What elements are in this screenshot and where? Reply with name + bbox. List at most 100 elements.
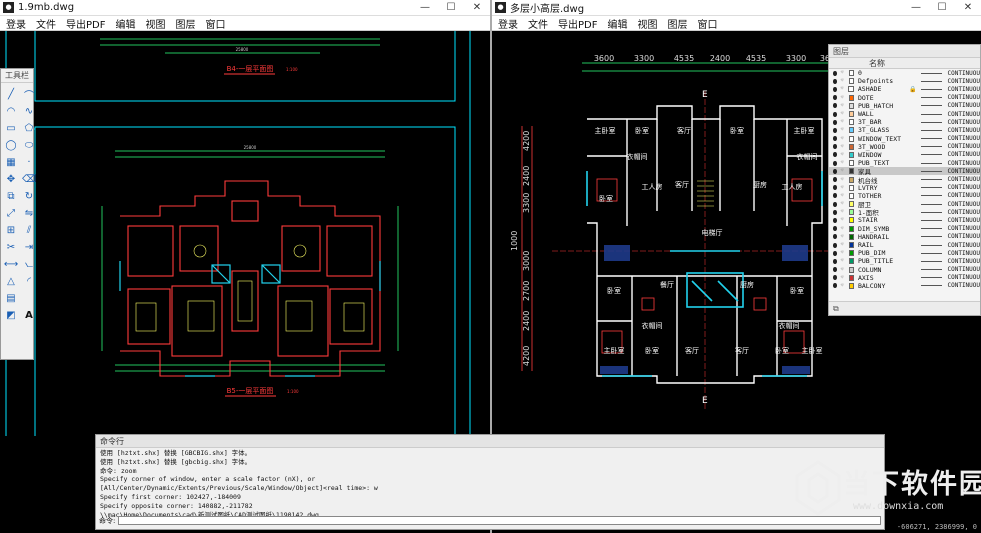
layer-linetype[interactable]: CONTINUOU (948, 176, 981, 183)
layer-color-swatch[interactable] (848, 184, 854, 191)
layer-color-swatch[interactable] (848, 233, 854, 240)
layer-visibility-icon[interactable] (833, 152, 838, 158)
layer-color-swatch[interactable] (848, 217, 854, 224)
layer-color-swatch[interactable] (848, 176, 854, 183)
mirror-tool-icon[interactable]: ⇋ (22, 206, 36, 220)
trim-tool-icon[interactable]: ✂ (4, 240, 18, 254)
left-drawing-canvas[interactable]: 25800 B4-一层平面图 1:100 25800 B5-一层平面图 1:10… (0, 20, 490, 436)
maximize-button[interactable]: ☐ (929, 0, 955, 16)
layer-freeze-icon[interactable]: ☼ (840, 233, 845, 240)
dimension-tool-icon[interactable]: ⟷ (4, 257, 18, 271)
layer-linetype[interactable]: CONTINUOU (948, 201, 981, 208)
layer-linetype[interactable]: CONTINUOU (948, 258, 981, 265)
layer-color-swatch[interactable] (848, 258, 854, 265)
layer-color-swatch[interactable] (848, 135, 854, 142)
menu-window[interactable]: 窗口 (205, 16, 225, 31)
layer-visibility-icon[interactable] (833, 103, 838, 109)
layer-visibility-icon[interactable] (833, 185, 838, 191)
menu-file[interactable]: 文件 (528, 16, 548, 31)
layer-freeze-icon[interactable]: ☼ (840, 242, 845, 248)
layer-row[interactable]: ☼ 1-面积 CONTINUOU (829, 208, 980, 217)
layer-freeze-icon[interactable]: ☼ (840, 225, 845, 232)
layer-linetype[interactable]: CONTINUOU (948, 70, 981, 77)
arc-tool-icon[interactable]: ◠ (4, 104, 18, 118)
layer-row[interactable]: ☼ 0 CONTINUOU (829, 69, 980, 77)
layer-freeze-icon[interactable]: ☼ (840, 266, 845, 273)
layer-visibility-icon[interactable] (833, 201, 838, 207)
layer-color-swatch[interactable] (848, 225, 854, 232)
menu-layer[interactable]: 图层 (175, 16, 195, 31)
command-input[interactable] (118, 516, 881, 525)
layer-color-swatch[interactable] (848, 143, 854, 150)
layer-visibility-icon[interactable] (833, 250, 838, 256)
erase-tool-icon[interactable]: ⌫ (22, 172, 36, 186)
layer-linetype[interactable]: CONTINUOU (948, 135, 981, 142)
menu-layer[interactable]: 图层 (667, 16, 687, 31)
layer-linetype[interactable]: CONTINUOU (948, 282, 981, 289)
layer-visibility-icon[interactable] (833, 78, 838, 84)
layer-row[interactable]: ☼ DOTE CONTINUOU (829, 94, 980, 102)
layer-color-swatch[interactable] (848, 282, 854, 289)
layer-visibility-icon[interactable] (833, 144, 838, 150)
minimize-button[interactable]: — (903, 0, 929, 16)
layer-row[interactable]: ☼ 3T_WOOD CONTINUOU (829, 143, 980, 151)
rectangle-tool-icon[interactable]: ▭ (4, 121, 18, 135)
layer-freeze-icon[interactable]: ☼ (840, 209, 845, 215)
right-window-titlebar[interactable]: ● 多层小高层.dwg — ☐ ✕ (492, 0, 981, 16)
layer-visibility-icon[interactable] (833, 136, 838, 142)
layer-visibility-icon[interactable] (833, 283, 838, 289)
layer-freeze-icon[interactable]: ☼ (840, 111, 845, 117)
menu-export-pdf[interactable]: 导出PDF (66, 16, 105, 31)
left-drawing-window[interactable]: ● 1.9mb.dwg — ☐ ✕ 登录 文件 导出PDF 编辑 视图 图层 窗… (0, 0, 490, 436)
layer-linetype[interactable]: CONTINUOU (948, 111, 981, 118)
layer-visibility-icon[interactable] (833, 226, 838, 232)
layer-freeze-icon[interactable]: ☼ (840, 86, 845, 92)
layer-row[interactable]: ☼ Defpoints CONTINUOU (829, 77, 980, 85)
copy-tool-icon[interactable]: ⧉ (4, 189, 18, 203)
layer-visibility-icon[interactable] (833, 95, 838, 101)
line-tool-icon[interactable]: ╱ (4, 87, 18, 101)
layer-row[interactable]: ☼ STAIR CONTINUOU (829, 216, 980, 224)
layer-linetype[interactable]: CONTINUOU (948, 78, 981, 85)
layer-color-swatch[interactable] (848, 192, 854, 199)
layer-linetype[interactable]: CONTINUOU (948, 217, 981, 224)
layer-color-swatch[interactable] (848, 151, 854, 158)
layer-linetype[interactable]: CONTINUOU (948, 143, 981, 150)
extend-tool-icon[interactable]: ⇥ (22, 240, 36, 254)
close-button[interactable]: ✕ (464, 0, 490, 16)
layer-linetype[interactable]: CONTINUOU (948, 242, 981, 249)
layer-visibility-icon[interactable] (833, 242, 838, 248)
layer-color-swatch[interactable] (848, 86, 854, 93)
layer-row[interactable]: ☼ PUB_DIM CONTINUOU (829, 249, 980, 257)
layer-color-swatch[interactable] (848, 274, 854, 281)
layer-freeze-icon[interactable]: ☼ (840, 94, 845, 101)
layer-freeze-icon[interactable]: ☼ (840, 282, 845, 289)
text-tool-icon[interactable]: A (22, 308, 36, 322)
layer-linetype[interactable]: CONTINUOU (948, 119, 981, 126)
layer-color-swatch[interactable] (848, 160, 854, 167)
menu-window[interactable]: 窗口 (697, 16, 717, 31)
layer-visibility-icon[interactable] (833, 168, 838, 174)
layer-row[interactable]: ☼ AXIS CONTINUOU (829, 274, 980, 282)
fillet-tool-icon[interactable]: ◜ (22, 274, 36, 288)
layer-row[interactable]: ☼ BALCONY CONTINUOU (829, 282, 980, 290)
layer-freeze-icon[interactable]: ☼ (840, 168, 845, 174)
layer-color-swatch[interactable] (848, 78, 854, 85)
new-layer-icon[interactable]: ⧉ (833, 304, 839, 314)
layer-color-swatch[interactable] (848, 209, 854, 216)
layer-visibility-icon[interactable] (833, 127, 838, 133)
menu-edit[interactable]: 编辑 (607, 16, 627, 31)
layer-row[interactable]: ☼ 3T_BAR CONTINUOU (829, 118, 980, 126)
polyline-tool-icon[interactable]: ⌒ (22, 87, 36, 102)
layer-visibility-icon[interactable] (833, 258, 838, 264)
minimize-button[interactable]: — (412, 0, 438, 16)
layer-freeze-icon[interactable]: ☼ (840, 184, 845, 191)
left-window-titlebar[interactable]: ● 1.9mb.dwg — ☐ ✕ (0, 0, 490, 16)
menu-login[interactable]: 登录 (498, 16, 518, 31)
layer-visibility-icon[interactable] (833, 209, 838, 215)
layer-row[interactable]: ☼ COLUMN CONTINUOU (829, 266, 980, 274)
layer-color-swatch[interactable] (848, 119, 854, 126)
spline-tool-icon[interactable]: ∿ (22, 104, 36, 118)
layer-row[interactable]: ☼ ASHADE 🔒 CONTINUOU (829, 85, 980, 93)
point-tool-icon[interactable]: · (22, 155, 36, 169)
